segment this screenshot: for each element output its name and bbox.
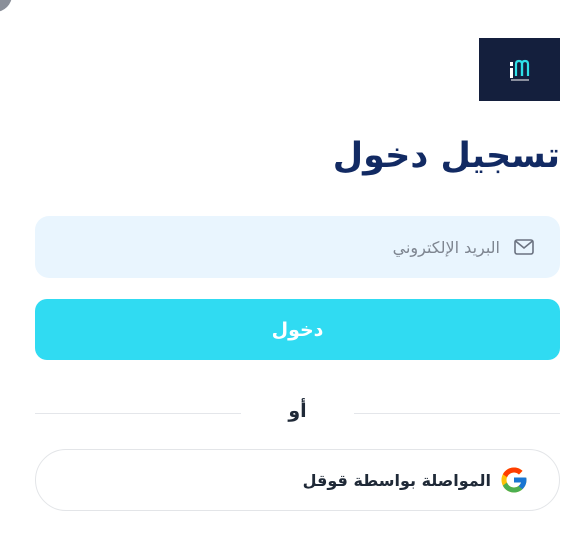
corner-shape bbox=[0, 0, 12, 12]
divider-line-right bbox=[354, 413, 560, 414]
divider-line-left bbox=[35, 413, 241, 414]
google-icon bbox=[501, 467, 527, 493]
google-signin-button[interactable]: المواصلة بواسطة قوقل bbox=[35, 449, 560, 511]
google-button-label: المواصلة بواسطة قوقل bbox=[302, 470, 491, 490]
email-input[interactable] bbox=[80, 237, 500, 257]
email-field[interactable] bbox=[35, 216, 560, 278]
login-button[interactable]: دخول bbox=[35, 299, 560, 360]
divider-text: أو bbox=[288, 400, 307, 422]
brand-logo bbox=[479, 38, 560, 101]
brand-logo-icon bbox=[509, 59, 529, 80]
mail-icon bbox=[514, 239, 534, 255]
page-title: تسجيل دخول bbox=[332, 136, 560, 176]
